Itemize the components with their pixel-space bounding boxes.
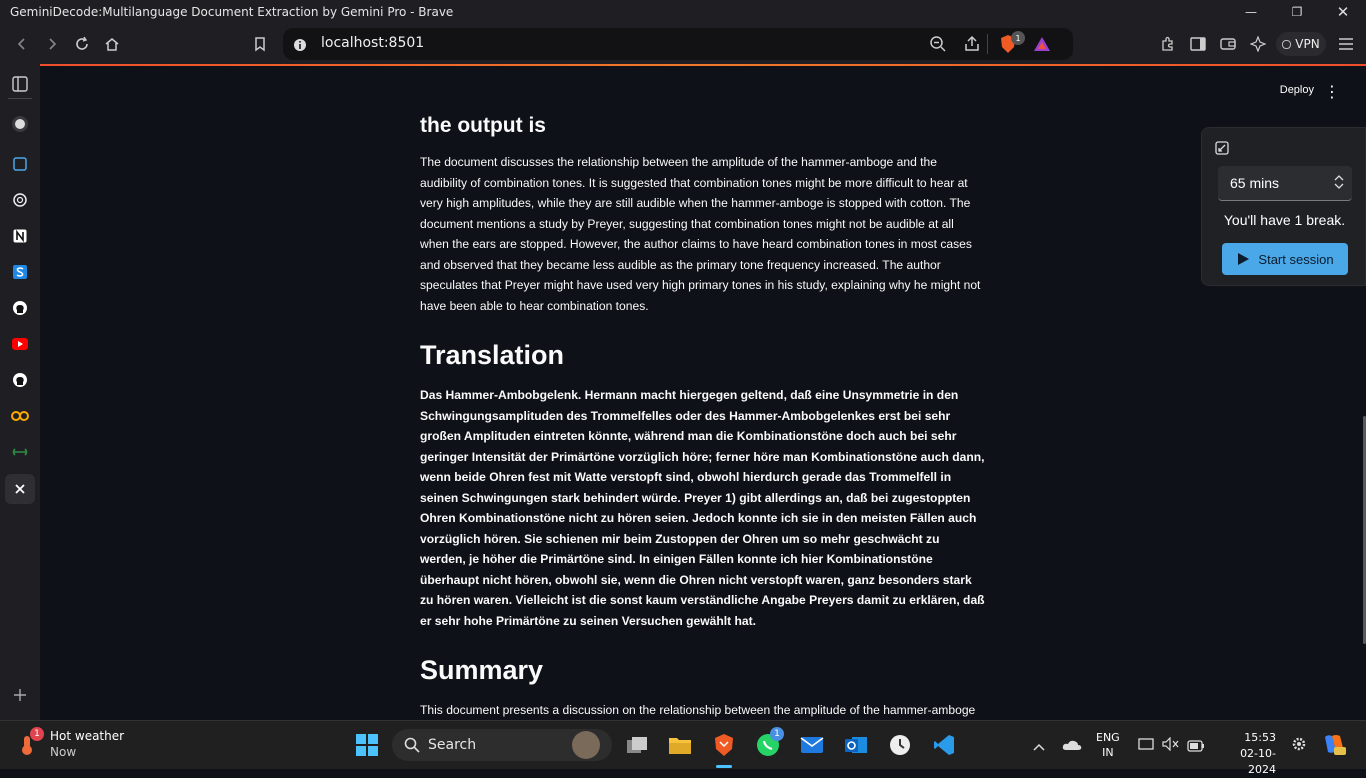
search-icon xyxy=(404,737,420,757)
minimize-button[interactable]: — xyxy=(1228,0,1274,24)
chatgpt-icon[interactable] xyxy=(7,187,33,213)
geeksforgeeks-icon[interactable] xyxy=(7,439,33,465)
taskbar-search[interactable]: Search xyxy=(392,729,612,761)
menu-icon[interactable] xyxy=(1334,32,1358,56)
youtube-icon[interactable] xyxy=(7,331,33,357)
extensions-icon[interactable] xyxy=(1156,32,1180,56)
language-indicator[interactable]: ENG IN xyxy=(1096,730,1120,760)
deploy-button[interactable]: Deploy xyxy=(1280,84,1314,96)
browser-sidebar xyxy=(0,64,40,720)
clock[interactable]: 15:53 02-10-2024 xyxy=(1218,730,1276,778)
mail-icon[interactable] xyxy=(798,731,826,759)
task-view-icon[interactable] xyxy=(623,731,651,759)
site-info-icon[interactable] xyxy=(293,37,307,56)
copilot-icon[interactable] xyxy=(1322,733,1346,759)
whatsapp-badge: 1 xyxy=(770,727,784,741)
close-panel-icon[interactable] xyxy=(5,474,35,504)
clock-date: 02-10-2024 xyxy=(1240,747,1276,776)
notion-icon[interactable] xyxy=(7,223,33,249)
sidebar-toggle-icon[interactable] xyxy=(1186,32,1210,56)
window-title: GeminiDecode:Multilanguage Document Extr… xyxy=(10,5,454,19)
weather-subtitle: Now xyxy=(50,745,77,759)
leo-ai-icon[interactable] xyxy=(1246,32,1270,56)
close-window-button[interactable]: ✕ xyxy=(1320,0,1366,24)
onedrive-icon[interactable] xyxy=(1062,736,1082,755)
window-titlebar: GeminiDecode:Multilanguage Document Extr… xyxy=(0,0,1366,24)
maximize-button[interactable]: ❐ xyxy=(1274,0,1320,24)
show-hidden-icons-icon[interactable] xyxy=(1032,737,1046,756)
duration-stepper[interactable]: 65 mins xyxy=(1218,166,1352,201)
colab-icon[interactable] xyxy=(7,403,33,429)
clock-time: 15:53 xyxy=(1244,731,1276,744)
clock-app-icon[interactable] xyxy=(886,731,914,759)
vscode-icon[interactable] xyxy=(930,731,958,759)
vpn-status-icon xyxy=(1282,39,1292,49)
github-icon[interactable] xyxy=(7,295,33,321)
play-icon xyxy=(1238,253,1250,265)
file-explorer-icon[interactable] xyxy=(666,731,694,759)
sidebar-panel-icon[interactable] xyxy=(7,71,33,97)
stepper-arrows-icon[interactable] xyxy=(1334,175,1344,194)
summary-heading: Summary xyxy=(420,655,544,685)
windows-taskbar: 1 Hot weather Now Search 1 ENG IN 15:53 … xyxy=(0,720,1366,776)
start-session-button[interactable]: Start session xyxy=(1222,243,1348,275)
url-text: localhost:8501 xyxy=(321,35,425,51)
settings-gear-icon[interactable] xyxy=(1291,736,1307,756)
language-region: IN xyxy=(1102,746,1114,759)
globe-icon[interactable] xyxy=(7,111,33,137)
github-icon-2[interactable] xyxy=(7,367,33,393)
battery-icon[interactable] xyxy=(1187,737,1205,756)
weather-badge: 1 xyxy=(30,727,44,741)
translation-text: Das Hammer-Ambobgelenk. Hermann macht hi… xyxy=(420,388,985,628)
outlook-icon[interactable] xyxy=(842,731,870,759)
display-icon[interactable] xyxy=(1138,736,1154,755)
home-icon[interactable] xyxy=(100,32,124,56)
share-icon[interactable] xyxy=(963,35,981,57)
brave-rewards-icon[interactable] xyxy=(1033,35,1051,57)
duration-value: 65 mins xyxy=(1230,175,1280,191)
output-text: The document discusses the relationship … xyxy=(420,155,981,313)
language-code: ENG xyxy=(1096,731,1120,744)
summary-text: This document presents a discussion on t… xyxy=(420,703,976,717)
back-icon[interactable] xyxy=(10,32,34,56)
search-highlight-image xyxy=(572,731,600,759)
vpn-label: VPN xyxy=(1295,37,1320,51)
output-heading: the output is xyxy=(420,114,546,137)
browser-toolbar: localhost:8501 1 VPN xyxy=(0,24,1366,64)
add-panel-icon[interactable] xyxy=(7,682,33,708)
translation-heading: Translation xyxy=(420,340,565,370)
expand-icon[interactable] xyxy=(1215,141,1229,160)
shields-count-badge: 1 xyxy=(1011,31,1025,45)
wallet-icon[interactable] xyxy=(1216,32,1240,56)
focus-timer-popup: 65 mins You'll have 1 break. Start sessi… xyxy=(1201,127,1366,286)
simplenote-icon[interactable] xyxy=(7,259,33,285)
weather-title: Hot weather xyxy=(50,729,125,743)
start-icon[interactable] xyxy=(353,731,381,759)
reload-icon[interactable] xyxy=(70,32,94,56)
bookmark-icon[interactable] xyxy=(248,32,272,56)
zoom-icon[interactable] xyxy=(929,35,947,57)
forward-icon[interactable] xyxy=(40,32,64,56)
streamlit-app: Deploy ⋮ the output is The document disc… xyxy=(40,66,1366,720)
start-session-label: Start session xyxy=(1258,251,1334,267)
more-options-icon[interactable]: ⋮ xyxy=(1324,82,1340,101)
reading-list-icon[interactable] xyxy=(7,151,33,177)
brave-taskbar-icon[interactable] xyxy=(710,731,738,759)
vpn-button[interactable]: VPN xyxy=(1276,32,1326,56)
main-content: the output is The document discusses the… xyxy=(420,114,985,720)
volume-muted-icon[interactable] xyxy=(1162,736,1180,755)
break-info-text: You'll have 1 break. xyxy=(1223,212,1346,228)
address-bar[interactable]: localhost:8501 1 xyxy=(283,28,1073,60)
search-label: Search xyxy=(428,737,477,753)
